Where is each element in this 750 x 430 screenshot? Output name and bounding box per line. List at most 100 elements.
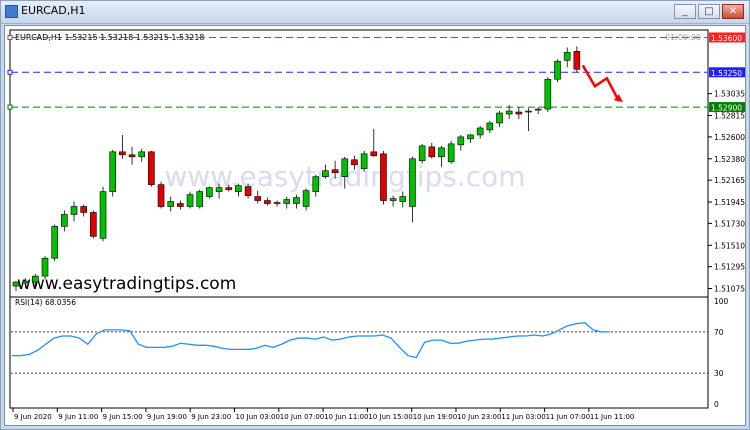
- candle-bear: [370, 151, 378, 157]
- candle-bull: [109, 151, 116, 192]
- level-anchor: [7, 69, 13, 75]
- candle-bull: [399, 196, 407, 202]
- restore-button[interactable]: □: [698, 4, 720, 19]
- rsi-tick-label: 30: [714, 369, 724, 378]
- time-tick-label: 9 Jun 15:00: [103, 413, 143, 421]
- candle-bull: [283, 199, 291, 204]
- price-tick-label: 1.52165: [714, 176, 745, 185]
- candle-bull: [409, 158, 416, 207]
- title-bar[interactable]: EURCAD,H1 _ □ ✕: [1, 1, 749, 24]
- level-tag-label: 1.53600: [711, 34, 742, 43]
- price-tick-label: 1.52600: [714, 133, 745, 142]
- candle-bull: [534, 108, 542, 111]
- price-tick-label: 1.53035: [714, 90, 745, 99]
- candle-bull: [138, 151, 146, 158]
- candle-bull: [447, 143, 455, 163]
- candle-bear: [148, 151, 155, 185]
- candle-bear: [273, 202, 281, 204]
- candle-bear: [264, 200, 271, 204]
- level-anchor: [7, 104, 13, 110]
- candle-bear: [380, 153, 387, 201]
- candle-bull: [51, 226, 58, 259]
- candle-bear: [428, 146, 436, 158]
- candle-bull: [41, 257, 49, 277]
- candle-bull: [554, 61, 561, 80]
- candle-bear: [573, 51, 581, 70]
- candle-bull: [22, 280, 29, 284]
- time-tick-label: 9 Jun 19:00: [147, 413, 187, 421]
- price-tick-label: 1.51075: [714, 285, 745, 294]
- candle-bull: [496, 112, 503, 124]
- price-tick-label: 1.51945: [714, 198, 745, 207]
- candle-bull: [457, 136, 465, 146]
- chart-canvas[interactable]: www.easytradingtips.comwww.easytradingti…: [4, 25, 746, 426]
- level-tag-label: 1.53250: [711, 69, 742, 78]
- rsi-tick-label: 0: [714, 400, 719, 409]
- candle-bear: [351, 159, 358, 166]
- candle-bear: [128, 154, 136, 158]
- candle-bear: [90, 212, 97, 237]
- candle-bull: [206, 187, 213, 197]
- candle-bull: [418, 145, 426, 162]
- time-tick-label: 10 Jun 03:00: [236, 413, 280, 421]
- candle-bull: [70, 206, 78, 215]
- price-tick-label: 1.52815: [714, 112, 745, 121]
- minimize-button[interactable]: _: [674, 4, 696, 19]
- time-tick-label: 11 Jun 07:00: [546, 413, 590, 421]
- candle-bull: [12, 281, 20, 287]
- candle-bear: [244, 186, 252, 196]
- candle-bull: [505, 110, 513, 115]
- close-button[interactable]: ✕: [722, 4, 744, 19]
- time-tick-label: 11 Jun 03:00: [501, 413, 545, 421]
- price-tick-label: 1.52380: [714, 155, 745, 164]
- price-tick-label: 1.51295: [714, 263, 745, 272]
- time-tick-label: 10 Jun 23:00: [457, 413, 501, 421]
- candle-bull: [293, 197, 300, 204]
- candle-bull: [196, 191, 204, 207]
- candle-bull: [235, 185, 242, 192]
- candle-bull: [312, 176, 320, 192]
- candle-bull: [61, 214, 68, 227]
- candle-bull: [186, 194, 194, 207]
- candle-bear: [254, 196, 262, 201]
- candle-bull: [302, 190, 310, 207]
- price-tick-label: 1.51510: [714, 241, 745, 250]
- candle-bull: [438, 147, 445, 158]
- candle-bear: [157, 184, 165, 207]
- candle-bull: [525, 110, 532, 113]
- candle-bear: [119, 151, 126, 156]
- time-tick-label: 9 Jun 11:00: [58, 413, 98, 421]
- candle-bull: [476, 127, 484, 136]
- candle-bear: [80, 206, 87, 213]
- time-tick-label: 10 Jun 07:00: [280, 413, 324, 421]
- rsi-tick-label: 100: [714, 297, 729, 306]
- time-tick-label: 10 Jun 19:00: [413, 413, 457, 421]
- candle-bull: [32, 275, 39, 283]
- rsi-tick-label: 70: [714, 328, 724, 337]
- time-tick-label: 10 Jun 15:00: [368, 413, 412, 421]
- candle-bull: [215, 187, 223, 192]
- candle-bear: [515, 111, 523, 115]
- rsi-label: RSI(14) 68.0356: [15, 298, 76, 307]
- candle-bull: [341, 158, 349, 177]
- candle-bull: [486, 122, 494, 131]
- candle-bull: [467, 134, 474, 140]
- candle-bull: [360, 153, 368, 170]
- candle-bull: [167, 201, 175, 207]
- chart-window-icon: [5, 5, 18, 18]
- candle-bull: [563, 52, 571, 61]
- chart-window: EURCAD,H1 _ □ ✕ www.easytradingtips.comw…: [0, 0, 750, 430]
- price-tick-label: 1.51730: [714, 219, 745, 228]
- candle-bull: [322, 170, 329, 177]
- time-tick-label: 10 Jun 11:00: [324, 413, 368, 421]
- candle-bear: [331, 169, 339, 173]
- watermark-main: www.easytradingtips.com: [17, 274, 236, 294]
- candle-bull: [99, 191, 107, 239]
- rsi-panel-frame: [9, 296, 709, 409]
- candle-bull: [389, 198, 397, 201]
- time-tick-label: 11 Jun 11:00: [590, 413, 634, 421]
- window-title: EURCAD,H1: [21, 4, 86, 17]
- chart-svg[interactable]: www.easytradingtips.comwww.easytradingti…: [5, 26, 746, 425]
- candle-bear: [177, 203, 184, 207]
- level-anchor: [7, 34, 13, 40]
